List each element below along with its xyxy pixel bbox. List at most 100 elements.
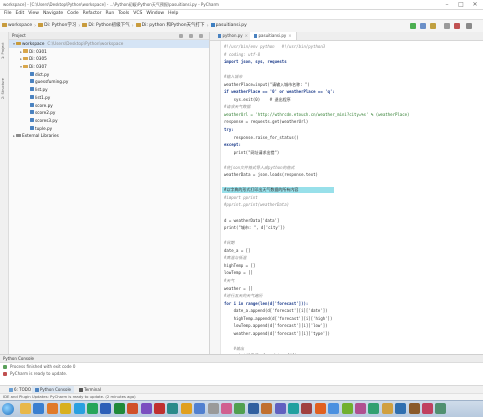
tree-item[interactable]: list.py [9,86,209,94]
app-icon[interactable] [381,403,393,414]
tool-tab-label: Python Console [40,387,72,392]
tree-item[interactable]: list1.py [9,94,209,102]
ppt-icon[interactable] [127,403,139,414]
folder-icon [23,49,28,53]
menu-tools[interactable]: Tools [116,10,131,18]
code-line: #请求天气数据 [224,104,251,110]
search-icon[interactable] [466,23,472,29]
app-icon[interactable] [207,403,219,414]
run-icon[interactable] [410,23,416,29]
project-tool-tab[interactable]: 1: Project [1,36,7,66]
excel-icon[interactable] [113,403,125,414]
menu-file[interactable]: File [0,10,14,18]
debug-icon[interactable] [420,23,426,29]
minimize-button[interactable]: – [440,0,454,9]
editor-tabs: python.py × pasuitiansi.py × [210,32,483,41]
project-panel-title: Project [12,33,26,38]
stop-icon[interactable] [3,372,7,376]
app-icon[interactable] [221,403,232,414]
close-tab-icon[interactable]: × [288,33,291,38]
menu-navigate[interactable]: Navigate [41,10,65,18]
qq-icon[interactable] [73,403,85,414]
app-icon[interactable] [422,403,433,414]
tree-item[interactable]: ▸ Di: 0305 [9,55,209,63]
breadcrumb-item[interactable]: pasuitiansi.py [209,20,249,32]
coverage-icon[interactable] [430,23,436,29]
tree-item[interactable]: guessfuming.py [9,78,209,86]
app-icon[interactable] [234,403,246,414]
app-icon[interactable] [314,403,326,414]
menu-vcs[interactable]: VCS [131,10,144,18]
menu-help[interactable]: Help [166,10,180,18]
code-editor[interactable]: #!/usr/bin/env python #!/usr/bin/python3… [222,43,479,405]
app-icon[interactable] [274,403,286,414]
menu-code[interactable]: Code [65,10,81,18]
breadcrumb-item[interactable]: Di: Python初级下气 [80,20,131,32]
sync-icon[interactable] [179,33,183,38]
app-icon[interactable] [140,403,152,414]
app-icon[interactable] [167,403,179,414]
menu-refactor[interactable]: Refactor [81,10,104,18]
app-icon[interactable] [288,403,299,414]
settings-icon[interactable] [444,23,450,29]
breadcrumb-item[interactable]: Di: Python学习 [36,20,78,32]
close-button[interactable]: ✕ [468,0,482,9]
menu-edit[interactable]: Edit [14,10,27,18]
close-tab-icon[interactable]: × [245,33,248,38]
code-line: date_a.append(d['forecast'][i]['date']) [224,308,328,314]
folder-icon [23,56,28,61]
tree-item[interactable]: score2.py [9,109,209,117]
app-icon[interactable] [341,403,353,414]
menu-run[interactable]: Run [104,10,117,18]
tree-item[interactable]: ▾ Di: 0307 [9,63,209,71]
editor-tab[interactable]: python.py × [214,32,254,40]
word-icon[interactable] [100,403,112,414]
explorer-icon[interactable] [20,403,31,414]
code-line: #将json文件格式导入成python的格式 [224,164,295,170]
app-icon[interactable] [261,403,273,414]
breadcrumb-item[interactable]: workspace [0,20,34,32]
structure-tool-tab[interactable]: 2: Structure [1,72,7,106]
app-icon[interactable] [435,403,447,414]
editor-tab[interactable]: pasuitiansi.py × [250,32,297,40]
app-icon[interactable] [194,403,206,414]
app-icon[interactable] [328,403,340,414]
code-line: # coding: utf-8 [224,51,261,57]
maximize-button[interactable]: □ [454,0,468,9]
code-line: print("网址请求出错") [224,149,280,155]
menu-window[interactable]: Window [144,10,166,18]
tree-item[interactable]: ▸ Di: 0301 [9,48,209,56]
media-player-icon[interactable] [46,403,58,414]
app-icon[interactable] [408,403,420,414]
app-icon[interactable] [395,403,407,414]
tree-item[interactable]: dict.py [9,71,209,79]
app-icon[interactable] [368,403,380,414]
rerun-icon[interactable] [3,365,7,369]
menu-view[interactable]: View [26,10,41,18]
app-icon[interactable] [247,403,259,414]
tree-item-label: guessfuming.py [35,79,69,85]
app-icon[interactable] [301,403,313,414]
app-icon[interactable] [355,403,366,414]
hide-icon[interactable] [199,33,203,38]
code-line: if weatherPlace == '0' or weatherPlace =… [224,89,335,95]
app-icon[interactable] [154,403,165,414]
editor-gutter [210,41,221,354]
tree-item[interactable]: ▾ workspace C:\Users\Desktop\Python\worksp… [9,40,209,48]
tree-item[interactable]: tuple.py [9,125,209,133]
stop-icon[interactable] [454,23,460,29]
python-file-icon [30,102,34,107]
tree-item[interactable]: score.py [9,102,209,110]
chrome-icon[interactable] [60,403,72,414]
tree-item[interactable]: ▸ External Libraries [9,132,209,140]
breadcrumb-item[interactable]: Di: python 和Python天气打下 [134,20,207,32]
ie-icon[interactable] [33,403,45,414]
breadcrumb-label: Di: Python初级下气 [88,23,130,28]
gear-icon[interactable] [189,33,193,38]
start-button[interactable] [2,403,14,415]
tree-item[interactable]: scores3.py [9,117,209,125]
pycharm-icon[interactable] [87,403,98,414]
python-file-icon [30,94,34,99]
app-icon[interactable] [180,403,192,414]
